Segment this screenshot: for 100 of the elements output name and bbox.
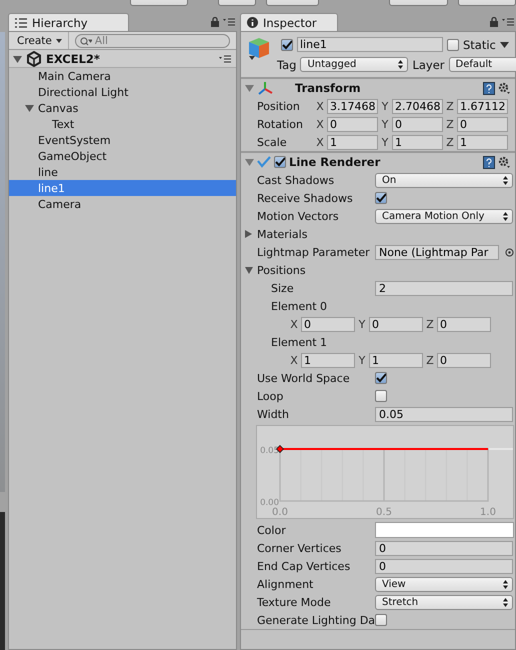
property-label: Generate Lighting Da — [257, 614, 375, 626]
cube-icon — [247, 36, 271, 62]
component-title: Line Renderer — [289, 155, 380, 169]
axis-label: Z — [445, 118, 455, 130]
number-field[interactable]: 1 — [457, 134, 508, 150]
caret-icon[interactable] — [500, 42, 509, 48]
settings-icon[interactable] — [498, 82, 511, 94]
info-icon — [247, 17, 258, 28]
expand-arrow-icon[interactable] — [25, 104, 34, 112]
number-field[interactable]: 1 — [301, 352, 355, 368]
number-field[interactable]: 1 — [327, 134, 378, 150]
axis-tick-label: 0.0 — [272, 507, 288, 518]
checkbox[interactable] — [375, 614, 387, 626]
component-title: Transform — [295, 81, 361, 95]
lock-icon[interactable] — [211, 17, 219, 27]
line-renderer-icon — [257, 156, 271, 168]
axis-tick-label: 1.0 — [480, 507, 496, 518]
hierarchy-item[interactable]: Main Camera — [9, 68, 236, 84]
inspector-tab[interactable]: Inspector — [240, 13, 338, 31]
axis-tick-label: 0.05 — [260, 446, 279, 456]
number-field[interactable]: 1 — [392, 134, 443, 150]
up-down-arrows-icon — [503, 212, 508, 220]
menu-icon[interactable] — [502, 18, 514, 26]
axis-label: Z — [445, 136, 455, 148]
property-label: Color — [257, 524, 287, 536]
number-field[interactable]: 3.17468 — [327, 98, 378, 114]
axis-tick-label: 0.5 — [376, 507, 392, 518]
number-field[interactable]: 0 — [301, 316, 355, 332]
expand-arrow-icon[interactable] — [245, 266, 253, 274]
hierarchy-item[interactable]: Text — [9, 116, 236, 132]
up-down-arrows-icon — [503, 580, 508, 588]
number-field[interactable]: 0 — [437, 352, 491, 368]
number-field[interactable]: 2.70468 — [392, 98, 443, 114]
menu-icon[interactable] — [223, 18, 235, 26]
expand-arrow-icon[interactable] — [245, 230, 253, 238]
unity-logo-icon — [26, 50, 42, 66]
layer-dropdown[interactable]: Default — [448, 57, 516, 72]
property-label: Scale — [257, 136, 288, 148]
number-field[interactable]: 1.67112 — [457, 98, 508, 114]
checkbox[interactable] — [375, 192, 387, 204]
hierarchy-item[interactable]: line — [9, 164, 236, 180]
hierarchy-item[interactable]: Camera — [9, 196, 236, 212]
property-label: Size — [271, 282, 295, 294]
property-label: Element 0 — [271, 300, 328, 312]
expand-arrow-icon[interactable] — [245, 84, 254, 92]
property-label: Element 1 — [271, 336, 328, 348]
number-field[interactable]: 0 — [375, 558, 513, 574]
tag-dropdown[interactable]: Untagged — [300, 57, 408, 72]
enabled-checkbox[interactable] — [274, 156, 286, 168]
dropdown[interactable]: Stretch — [375, 594, 513, 610]
axes-icon — [257, 81, 273, 95]
object-picker-icon[interactable] — [505, 248, 514, 256]
hierarchy-item[interactable]: GameObject — [9, 148, 236, 164]
object-field[interactable]: None (Lightmap Par — [375, 244, 499, 260]
axis-label: X — [315, 100, 325, 112]
name-field[interactable]: line1 — [297, 37, 443, 52]
number-field[interactable]: 1 — [369, 352, 423, 368]
axis-tick-label: 0.00 — [260, 498, 279, 508]
dropdown[interactable]: On — [375, 172, 513, 188]
axis-label: Y — [380, 136, 390, 148]
scene-header[interactable]: EXCEL2* — [9, 50, 236, 68]
number-field[interactable]: 2 — [375, 280, 513, 296]
number-field[interactable]: 0.05 — [375, 406, 513, 422]
search-icon — [80, 36, 92, 46]
expand-arrow-icon[interactable] — [245, 158, 254, 166]
lock-icon[interactable] — [490, 17, 498, 27]
help-icon[interactable] — [483, 82, 495, 94]
hierarchy-item[interactable]: line1 — [9, 180, 236, 196]
number-field[interactable]: 0 — [437, 316, 491, 332]
active-checkbox[interactable] — [281, 38, 293, 50]
property-label: Materials — [257, 228, 308, 240]
axis-label: Y — [380, 100, 390, 112]
expand-arrow-icon[interactable] — [13, 54, 22, 62]
axis-label: Z — [445, 100, 455, 112]
list-icon — [15, 18, 27, 28]
number-field[interactable]: 0 — [375, 540, 513, 556]
hierarchy-item[interactable]: EventSystem — [9, 132, 236, 148]
color-field[interactable] — [375, 522, 514, 538]
axis-label: Y — [380, 118, 390, 130]
number-field[interactable]: 0 — [392, 116, 443, 132]
create-button[interactable]: Create — [13, 32, 69, 49]
hierarchy-item[interactable]: Directional Light — [9, 84, 236, 100]
property-label: Texture Mode — [257, 596, 332, 608]
number-field[interactable]: 0 — [327, 116, 378, 132]
search-field[interactable]: All — [74, 34, 230, 48]
settings-icon[interactable] — [498, 156, 511, 168]
number-field[interactable]: 0 — [369, 316, 423, 332]
hierarchy-item[interactable]: Canvas — [9, 100, 236, 116]
scene-name: EXCEL2* — [46, 52, 100, 66]
up-down-arrows-icon — [503, 598, 508, 606]
property-label: Width — [257, 408, 290, 420]
hierarchy-tab[interactable]: Hierarchy — [8, 13, 129, 31]
dropdown[interactable]: View — [375, 576, 513, 592]
checkbox[interactable] — [375, 372, 387, 384]
number-field[interactable]: 0 — [457, 116, 508, 132]
dropdown[interactable]: Camera Motion Only — [375, 208, 513, 224]
help-icon[interactable] — [483, 156, 495, 168]
static-checkbox[interactable] — [447, 38, 459, 50]
checkbox[interactable] — [375, 390, 387, 402]
menu-icon[interactable] — [219, 54, 231, 62]
